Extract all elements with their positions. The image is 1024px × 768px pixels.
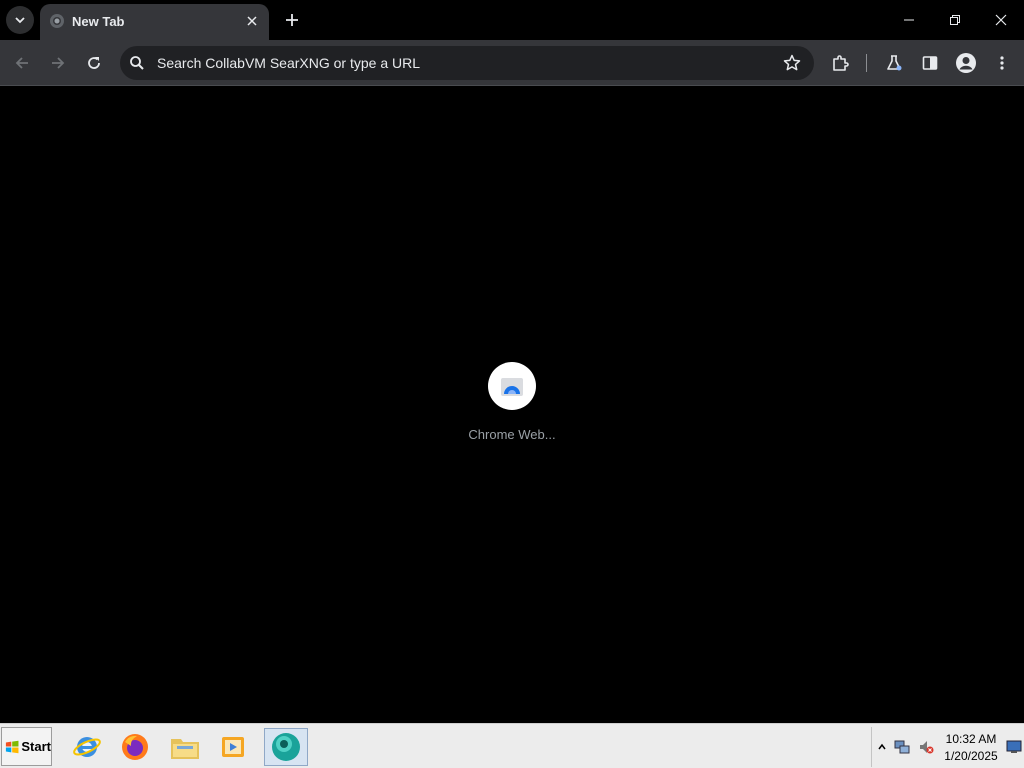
flask-icon: [887, 55, 902, 71]
taskbar-file-explorer[interactable]: [166, 728, 204, 766]
minimize-button[interactable]: [886, 0, 932, 40]
close-icon: [247, 16, 257, 26]
start-button[interactable]: Start: [1, 727, 52, 766]
folder-icon: [171, 739, 199, 759]
side-panel-icon: [922, 56, 938, 70]
taskbar-chrome-active[interactable]: [264, 728, 308, 766]
extensions-button[interactable]: [826, 49, 854, 77]
clock-date[interactable]: 1/20/2025: [936, 749, 1006, 763]
star-icon[interactable]: [782, 53, 802, 73]
more-vert-icon: [1000, 56, 1004, 70]
tab-title: New Tab: [72, 14, 125, 29]
puzzle-icon: [833, 55, 849, 71]
restore-button[interactable]: [932, 0, 978, 40]
toolbar-separator: [866, 54, 867, 72]
network-tray-button[interactable]: [894, 739, 910, 755]
chrome-web-store-icon: [501, 378, 523, 396]
loading-label: Chrome Web...: [468, 427, 556, 442]
new-tab-button[interactable]: [280, 8, 304, 32]
start-label: Start: [21, 739, 51, 754]
address-bar-placeholder: Search CollabVM SearXNG or type a URL: [157, 55, 420, 71]
page-content: Chrome Web...: [0, 87, 1024, 723]
clock-time[interactable]: 10:32 AM: [936, 732, 1006, 746]
reload-button[interactable]: [80, 49, 108, 77]
labs-button[interactable]: [880, 49, 908, 77]
taskbar-firefox[interactable]: [116, 728, 154, 766]
taskbar: Start 10:32 AM 1/20/2025: [0, 723, 1024, 768]
volume-tray-button[interactable]: [918, 739, 934, 755]
chromium-icon: [272, 733, 300, 761]
browser-toolbar: Search CollabVM SearXNG or type a URL: [0, 40, 1024, 86]
side-panel-button[interactable]: [916, 49, 944, 77]
chevron-up-icon: [878, 743, 886, 750]
windows-logo-icon: [5, 740, 19, 753]
close-icon: [995, 14, 1007, 26]
system-tray: 10:32 AM 1/20/2025: [871, 727, 1024, 767]
restore-icon: [950, 15, 960, 25]
volume-muted-icon: [920, 741, 934, 754]
avatar-icon: [956, 53, 976, 73]
network-icon: [894, 740, 910, 754]
internet-explorer-icon: [73, 737, 101, 757]
tab-search-button[interactable]: [6, 6, 34, 34]
tab-close-button[interactable]: [241, 10, 263, 32]
taskbar-media-player[interactable]: [214, 728, 252, 766]
firefox-icon: [122, 734, 148, 760]
desktop-icon: [1006, 740, 1022, 753]
web-store-loading-icon: [488, 362, 536, 410]
chevron-down-icon: [15, 17, 25, 24]
forward-button[interactable]: [44, 49, 72, 77]
globe-icon: [50, 14, 64, 28]
media-player-icon: [222, 737, 244, 757]
tab-strip: New Tab: [0, 0, 1024, 40]
taskbar-internet-explorer[interactable]: [68, 728, 106, 766]
address-bar[interactable]: Search CollabVM SearXNG or type a URL: [120, 46, 814, 80]
reload-icon: [88, 57, 100, 69]
show-desktop-button[interactable]: [1006, 739, 1022, 755]
back-button[interactable]: [8, 49, 36, 77]
show-hidden-icons-button[interactable]: [874, 739, 890, 755]
minimize-icon: [904, 19, 914, 21]
search-icon: [130, 56, 144, 70]
tab-new-tab[interactable]: New Tab: [40, 4, 269, 40]
plus-icon: [286, 14, 298, 26]
profile-button[interactable]: [952, 49, 980, 77]
arrow-right-icon: [52, 57, 65, 69]
close-window-button[interactable]: [978, 0, 1024, 40]
menu-button[interactable]: [988, 49, 1016, 77]
arrow-left-icon: [15, 57, 28, 69]
